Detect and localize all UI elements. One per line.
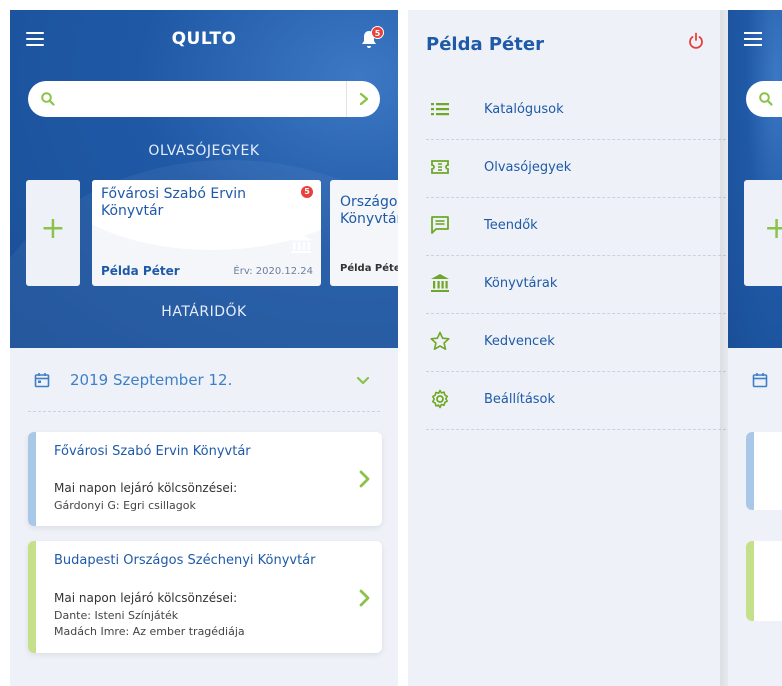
list-icon [431,103,449,116]
section-title-tickets: OLVASÓJEGYEK [148,143,260,159]
search-bar-partial[interactable] [746,81,782,117]
drawer-screen: Példa Péter Katalógusok Olvasójegyek Tee… [408,10,728,686]
date-selector[interactable]: 2019 Szeptember 12. [28,366,380,412]
top-bar: QULTO 5 [10,10,398,70]
loan-card-item: Dante: Isteni Színjáték [54,609,179,622]
loan-card[interactable]: Budapesti Országos Széchenyi Könyvtár Ma… [28,541,382,653]
loan-card-item: Madách Imre: Az ember tragédiája [54,625,245,638]
menu-item-olvasojegyek[interactable]: Olvasójegyek [426,140,726,198]
menu-item-label: Olvasójegyek [484,160,572,175]
loan-card-partial[interactable] [746,432,782,510]
menu-item-katalogusok[interactable]: Katalógusok [426,82,726,140]
navigation-drawer: Példa Péter Katalógusok Olvasójegyek Tee… [408,10,726,686]
library-card-badge: 5 [301,186,313,198]
library-card-partial-name: OrszágosKönyvtár [340,194,398,227]
library-card-validity: Érv: 2020.12.24 [233,266,313,277]
message-icon [431,216,449,234]
menu-item-beallitasok[interactable]: Beállítások [426,372,726,430]
ticket-icon [431,160,449,174]
app-title: QULTO [171,29,237,49]
loan-card-accent [28,541,36,653]
menu-item-konyvtarak[interactable]: Könyvtárak [426,256,726,314]
menu-item-label: Kedvencek [484,334,555,349]
search-bar[interactable] [28,81,380,117]
gear-icon [432,389,448,409]
add-ticket-button[interactable]: + [744,180,782,286]
hero-header-partial [728,10,782,348]
loan-card-partial[interactable] [746,541,782,621]
menu-item-label: Katalógusok [484,102,564,117]
search-icon [759,92,773,106]
library-card[interactable]: Fővárosi Szabó Ervin Könyvtár 5 Példa Pé… [92,180,321,286]
library-card-partial-owner: Példa Péter [340,263,398,274]
drawer-header: Példa Péter [408,10,726,76]
menu-item-label: Könyvtárak [484,276,558,291]
plus-icon: + [764,211,782,246]
section-title-deadlines: HATÁRIDŐK [161,304,247,320]
library-card-owner: Példa Péter [101,264,180,278]
menu-icon[interactable] [744,32,762,46]
library-building-icon [290,234,312,253]
add-ticket-button[interactable]: + [26,180,80,286]
loan-card-accent [28,432,36,526]
drawer-shadow [720,10,728,686]
star-icon [430,331,450,351]
user-name: Példa Péter [426,34,544,55]
power-icon[interactable] [688,32,704,50]
menu-item-label: Teendők [484,218,538,233]
home-screen: QULTO 5 OLVASÓJEGYEK + Fővárosi Szabó Er… [10,10,398,686]
chevron-down-icon[interactable] [356,376,370,386]
library-card-partial[interactable]: OrszágosKönyvtár Példa Péter [330,180,398,286]
calendar-icon [34,373,50,388]
chevron-right-icon [359,92,369,106]
menu-item-label: Beállítások [484,392,556,407]
calendar-icon [752,373,768,388]
chevron-right-icon[interactable] [358,470,370,488]
library-card-name: Fővárosi Szabó Ervin Könyvtár [101,186,246,219]
notification-bell-icon[interactable]: 5 [360,26,384,50]
search-submit-button[interactable] [346,81,380,117]
loan-card-item: Gárdonyi G: Egri csillagok [54,499,196,512]
notification-badge: 5 [371,26,384,39]
loan-card-label: Mai napon lejáró kölcsönzései: [54,481,238,495]
date-label: 2019 Szeptember 12. [70,371,233,389]
plus-icon: + [40,211,66,246]
menu-item-kedvencek[interactable]: Kedvencek [426,314,726,372]
search-icon [41,92,55,106]
loan-card-library: Fővárosi Szabó Ervin Könyvtár [54,444,251,459]
home-screen-partial: + [728,10,782,686]
chevron-right-icon[interactable] [358,589,370,607]
library-icon [431,274,449,292]
loan-card-library: Budapesti Országos Széchenyi Könyvtár [54,553,316,568]
loan-card-label: Mai napon lejáró kölcsönzései: [54,591,238,605]
drawer-menu: Katalógusok Olvasójegyek Teendők Könyvtá… [426,82,726,430]
menu-item-teendok[interactable]: Teendők [426,198,726,256]
loan-card[interactable]: Fővárosi Szabó Ervin Könyvtár Mai napon … [28,432,382,526]
